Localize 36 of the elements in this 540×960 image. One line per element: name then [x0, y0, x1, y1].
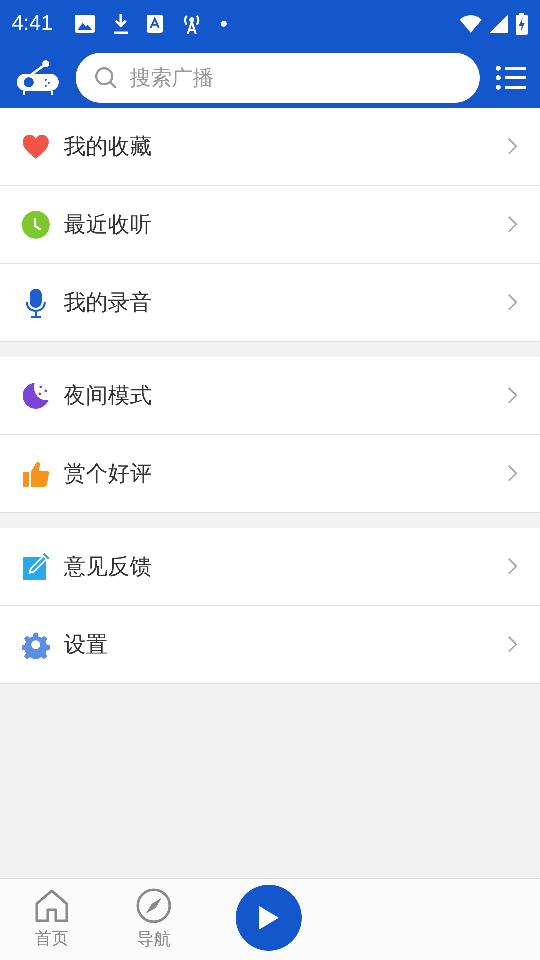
menu-item-label: 我的录音 — [64, 290, 153, 318]
play-icon — [258, 905, 280, 931]
moon-icon — [22, 382, 50, 410]
microphone-icon — [25, 288, 47, 318]
thumbs-up-icon — [22, 460, 50, 488]
battery-icon — [516, 12, 528, 34]
clock-icon — [22, 210, 50, 238]
keyboard-icon — [146, 14, 163, 32]
heart-icon — [22, 134, 50, 160]
chevron-right-icon — [508, 387, 518, 404]
menu-item-label: 最近收听 — [64, 212, 153, 240]
home-icon — [35, 889, 69, 923]
chevron-right-icon — [508, 558, 518, 575]
status-time: 4:41 — [12, 12, 53, 36]
menu-icon[interactable] — [496, 66, 526, 90]
notification-dot-icon — [220, 20, 227, 26]
signal-icon — [490, 14, 508, 32]
compass-icon — [136, 888, 172, 924]
image-icon — [74, 14, 95, 32]
download-icon — [112, 14, 129, 34]
settings-icon — [22, 630, 50, 658]
menu-item-label: 意见反馈 — [64, 554, 153, 582]
wifi-icon — [460, 14, 482, 32]
menu-item-label: 赏个好评 — [64, 460, 153, 488]
chevron-right-icon — [508, 465, 518, 482]
search-field[interactable]: 搜索广播 — [76, 52, 480, 102]
chevron-right-icon — [508, 216, 518, 233]
menu-item-label: 我的收藏 — [64, 134, 153, 162]
search-icon — [94, 66, 118, 90]
chevron-right-icon — [508, 138, 518, 155]
radio-logo-icon — [16, 60, 60, 96]
menu-item-label: 设置 — [64, 632, 109, 660]
chevron-right-icon — [508, 294, 518, 311]
edit-icon — [22, 552, 50, 580]
chevron-right-icon — [508, 636, 518, 653]
menu-item-label: 夜间模式 — [64, 382, 153, 410]
